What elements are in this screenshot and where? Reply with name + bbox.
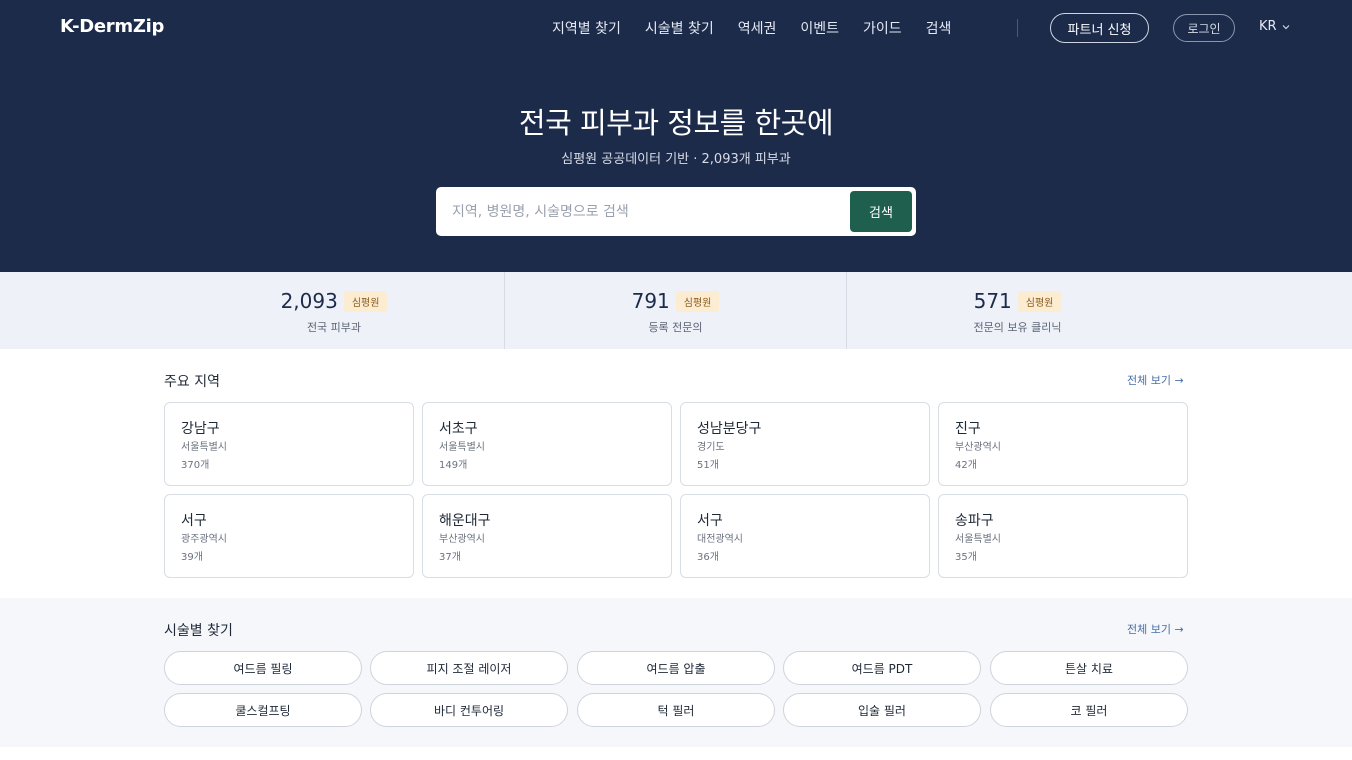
treatments-section: 시술별 찾기 전체 보기 → 여드름 필링 피지 조절 레이저 여드름 압출 여… xyxy=(0,598,1352,747)
region-city: 서울특별시 xyxy=(181,442,227,453)
region-count: 42개 xyxy=(955,460,977,471)
region-card[interactable]: 해운대구 부산광역시 37개 xyxy=(422,494,672,578)
region-card[interactable]: 강남구 서울특별시 370개 xyxy=(164,402,414,486)
source-badge: 심평원 xyxy=(343,290,388,312)
source-badge: 심평원 xyxy=(675,290,720,312)
language-label: KR xyxy=(1259,19,1277,34)
login-button[interactable]: 로그인 xyxy=(1173,14,1235,42)
region-city: 서울특별시 xyxy=(955,534,1001,545)
treatment-chip[interactable]: 턱 필러 xyxy=(577,693,775,727)
region-city: 대전광역시 xyxy=(697,534,743,545)
stat-value: 571 xyxy=(973,289,1012,313)
search-button[interactable]: 검색 xyxy=(850,191,912,232)
region-count: 370개 xyxy=(181,460,210,471)
treatment-chip[interactable]: 여드름 필링 xyxy=(164,651,362,685)
region-city: 부산광역시 xyxy=(955,442,1001,453)
treatment-chip[interactable]: 피지 조절 레이저 xyxy=(370,651,568,685)
stat-specialists: 791 심평원 등록 전문의 xyxy=(505,272,846,349)
region-city: 경기도 xyxy=(697,442,725,453)
treatment-chip[interactable]: 튼살 치료 xyxy=(990,651,1188,685)
region-count: 37개 xyxy=(439,552,461,563)
nav-treatment[interactable]: 시술별 찾기 xyxy=(645,18,714,38)
nav-divider xyxy=(1017,19,1018,37)
search-input[interactable] xyxy=(436,187,846,236)
region-name: 성남분당구 xyxy=(697,421,762,437)
treatment-chip[interactable]: 입술 필러 xyxy=(783,693,981,727)
region-card[interactable]: 서초구 서울특별시 149개 xyxy=(422,402,672,486)
region-name: 해운대구 xyxy=(439,513,491,529)
region-name: 서초구 xyxy=(439,421,478,437)
region-card[interactable]: 서구 광주광역시 39개 xyxy=(164,494,414,578)
hero-section: 전국 피부과 정보를 한곳에 심평원 공공데이터 기반 · 2,093개 피부과… xyxy=(0,56,1352,272)
region-name: 송파구 xyxy=(955,513,994,529)
treatment-chip[interactable]: 코 필러 xyxy=(990,693,1188,727)
stat-label: 전문의 보유 클리닉 xyxy=(973,321,1062,334)
main-nav: 지역별 찾기 시술별 찾기 역세권 이벤트 가이드 검색 xyxy=(552,18,951,38)
language-selector[interactable]: KR xyxy=(1259,19,1291,34)
region-count: 36개 xyxy=(697,552,719,563)
region-name: 진구 xyxy=(955,421,981,437)
search-bar: 검색 xyxy=(436,187,916,236)
stat-value: 2,093 xyxy=(280,289,338,313)
nav-search[interactable]: 검색 xyxy=(926,18,952,38)
region-count: 149개 xyxy=(439,460,468,471)
regions-title: 주요 지역 xyxy=(164,374,220,390)
nav-guide[interactable]: 가이드 xyxy=(863,18,902,38)
nav-station[interactable]: 역세권 xyxy=(738,18,777,38)
region-card[interactable]: 서구 대전광역시 36개 xyxy=(680,494,930,578)
stat-specialist-clinics: 571 심평원 전문의 보유 클리닉 xyxy=(847,272,1188,349)
region-city: 부산광역시 xyxy=(439,534,485,545)
treatment-chip[interactable]: 쿨스컬프팅 xyxy=(164,693,362,727)
stat-label: 전국 피부과 xyxy=(306,321,362,334)
treatments-title: 시술별 찾기 xyxy=(164,623,233,639)
region-name: 서구 xyxy=(697,513,723,529)
source-badge: 심평원 xyxy=(1017,290,1062,312)
brand-logo[interactable]: K-DermZip xyxy=(60,16,164,37)
region-card[interactable]: 진구 부산광역시 42개 xyxy=(938,402,1188,486)
chevron-down-icon xyxy=(1282,24,1289,29)
region-count: 51개 xyxy=(697,460,719,471)
region-name: 강남구 xyxy=(181,421,220,437)
regions-see-all-link[interactable]: 전체 보기 → xyxy=(1127,372,1184,388)
treatment-chip[interactable]: 여드름 PDT xyxy=(783,651,981,685)
region-count: 39개 xyxy=(181,552,203,563)
treatment-chip[interactable]: 바디 컨투어링 xyxy=(370,693,568,727)
stats-bar: 2,093 심평원 전국 피부과 791 심평원 등록 전문의 571 심평원 … xyxy=(0,272,1352,349)
partner-button[interactable]: 파트너 신청 xyxy=(1050,13,1149,43)
stat-label: 등록 전문의 xyxy=(648,321,703,334)
treatments-see-all-link[interactable]: 전체 보기 → xyxy=(1127,621,1184,637)
stat-value: 791 xyxy=(631,289,670,313)
region-card[interactable]: 송파구 서울특별시 35개 xyxy=(938,494,1188,578)
region-name: 서구 xyxy=(181,513,207,529)
treatment-chip[interactable]: 여드름 압출 xyxy=(577,651,775,685)
nav-region[interactable]: 지역별 찾기 xyxy=(552,18,621,38)
nav-event[interactable]: 이벤트 xyxy=(800,18,839,38)
top-navbar: K-DermZip 지역별 찾기 시술별 찾기 역세권 이벤트 가이드 검색 파… xyxy=(0,0,1352,56)
region-city: 광주광역시 xyxy=(181,534,227,545)
hero-subtitle: 심평원 공공데이터 기반 · 2,093개 피부과 xyxy=(561,152,791,167)
region-card[interactable]: 성남분당구 경기도 51개 xyxy=(680,402,930,486)
hero-title: 전국 피부과 정보를 한곳에 xyxy=(518,106,834,140)
region-count: 35개 xyxy=(955,552,977,563)
stat-clinics: 2,093 심평원 전국 피부과 xyxy=(164,272,504,349)
region-city: 서울특별시 xyxy=(439,442,485,453)
